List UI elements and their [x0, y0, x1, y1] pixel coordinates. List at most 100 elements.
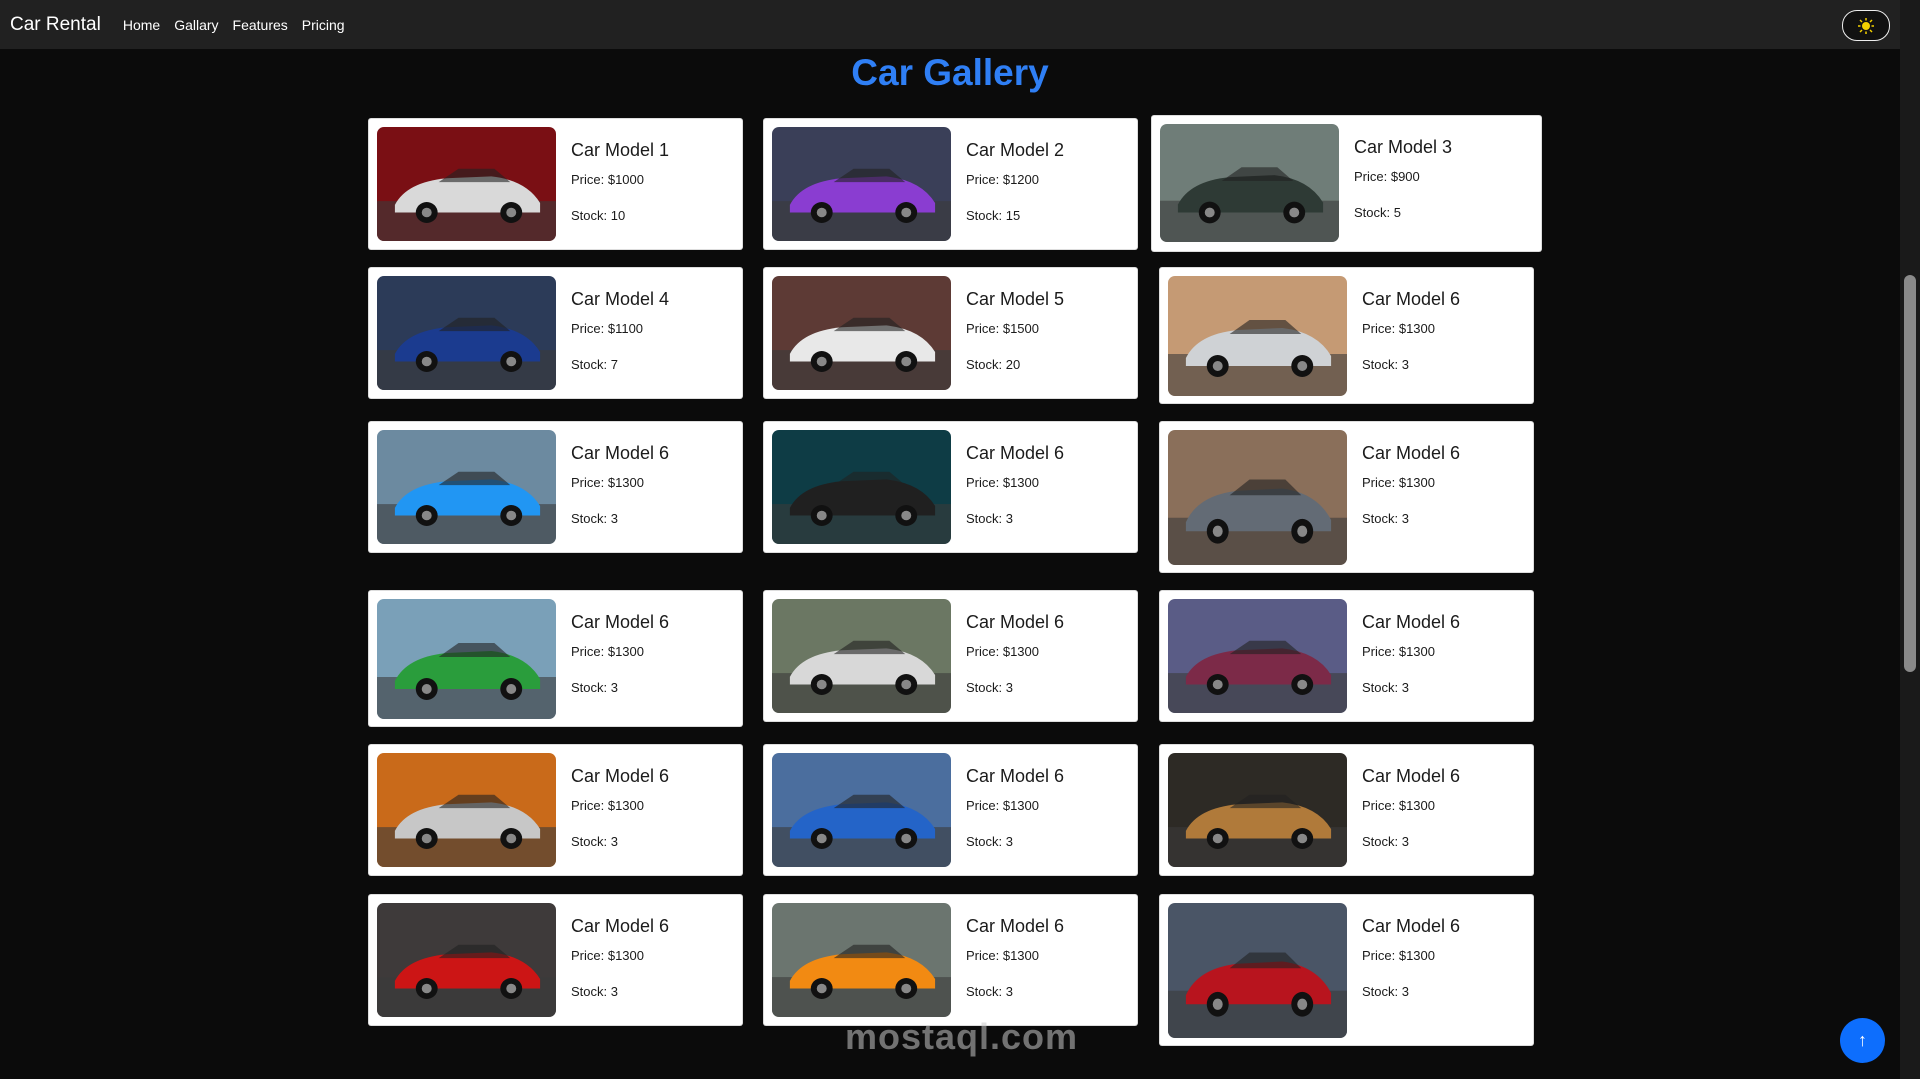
- car-card[interactable]: Car Model 5 Price: $1500 Stock: 20: [764, 268, 1137, 398]
- scrollbar[interactable]: [1900, 0, 1920, 1079]
- car-image: [1168, 276, 1347, 396]
- car-image: [1168, 599, 1347, 713]
- car-stock: Stock: 3: [571, 511, 618, 526]
- car-price: Price: $1000: [571, 172, 644, 187]
- nav-features[interactable]: Features: [233, 17, 288, 33]
- car-image: [772, 753, 951, 867]
- car-name: Car Model 6: [966, 612, 1065, 632]
- car-stock: Stock: 3: [1362, 984, 1409, 999]
- car-price: Price: $1200: [966, 172, 1039, 187]
- car-card[interactable]: Car Model 6 Price: $1300 Stock: 3: [764, 745, 1137, 875]
- car-card[interactable]: Car Model 2 Price: $1200 Stock: 15: [764, 119, 1137, 249]
- car-name: Car Model 5: [966, 289, 1065, 309]
- car-name: Car Model 6: [571, 443, 670, 463]
- nav-home[interactable]: Home: [123, 17, 160, 33]
- car-card[interactable]: Car Model 6 Price: $1300 Stock: 3: [369, 745, 742, 875]
- car-name: Car Model 6: [966, 766, 1065, 786]
- arrow-up-icon: ↑: [1858, 1030, 1867, 1050]
- car-stock: Stock: 3: [571, 834, 618, 849]
- car-stock: Stock: 3: [1362, 834, 1409, 849]
- car-stock: Stock: 15: [966, 208, 1021, 223]
- car-price: Price: $900: [1354, 169, 1420, 184]
- car-card[interactable]: Car Model 6 Price: $1300 Stock: 3: [764, 591, 1137, 721]
- car-price: Price: $1300: [1362, 948, 1435, 963]
- car-stock: Stock: 7: [571, 357, 618, 372]
- car-image: [377, 903, 556, 1017]
- car-stock: Stock: 3: [966, 834, 1013, 849]
- car-name: Car Model 1: [571, 140, 670, 160]
- car-name: Car Model 6: [966, 916, 1065, 936]
- car-card[interactable]: Car Model 1 Price: $1000 Stock: 10: [369, 119, 742, 249]
- nav-gallery[interactable]: Gallary: [174, 17, 218, 33]
- car-image: [1160, 124, 1339, 242]
- car-card[interactable]: Car Model 6 Price: $1300 Stock: 3: [1160, 895, 1533, 1045]
- car-price: Price: $1300: [571, 798, 644, 813]
- car-image: [377, 753, 556, 867]
- page-title: Car Gallery: [851, 52, 1049, 93]
- car-card[interactable]: Car Model 3 Price: $900 Stock: 5: [1152, 116, 1541, 251]
- brand[interactable]: Car Rental: [10, 14, 101, 36]
- nav-pricing[interactable]: Pricing: [302, 17, 345, 33]
- car-card[interactable]: Car Model 6 Price: $1300 Stock: 3: [1160, 422, 1533, 572]
- car-card[interactable]: Car Model 6 Price: $1300 Stock: 3: [369, 591, 742, 726]
- car-card[interactable]: Car Model 6 Price: $1300 Stock: 3: [1160, 268, 1533, 403]
- car-price: Price: $1300: [966, 644, 1039, 659]
- car-price: Price: $1500: [966, 321, 1039, 336]
- car-stock: Stock: 20: [966, 357, 1021, 372]
- car-price: Price: $1300: [1362, 475, 1435, 490]
- car-name: Car Model 6: [571, 612, 670, 632]
- sun-icon: [1858, 17, 1874, 34]
- car-name: Car Model 6: [1362, 916, 1461, 936]
- car-card[interactable]: Car Model 6 Price: $1300 Stock: 3: [1160, 591, 1533, 721]
- car-price: Price: $1100: [571, 321, 644, 336]
- car-image: [772, 599, 951, 713]
- car-card[interactable]: Car Model 6 Price: $1300 Stock: 3: [1160, 745, 1533, 875]
- car-image: [377, 599, 556, 719]
- car-name: Car Model 6: [571, 766, 670, 786]
- car-price: Price: $1300: [1362, 798, 1435, 813]
- car-stock: Stock: 3: [571, 680, 618, 695]
- car-stock: Stock: 10: [571, 208, 626, 223]
- theme-toggle-button[interactable]: [1842, 10, 1890, 41]
- car-stock: Stock: 3: [1362, 680, 1409, 695]
- car-card[interactable]: Car Model 6 Price: $1300 Stock: 3: [764, 422, 1137, 552]
- car-name: Car Model 6: [571, 916, 670, 936]
- car-image: [772, 127, 951, 241]
- watermark: mostaql.com: [845, 1016, 1079, 1057]
- car-stock: Stock: 3: [966, 511, 1013, 526]
- scrollbar-thumb[interactable]: [1904, 275, 1916, 672]
- car-name: Car Model 2: [966, 140, 1065, 160]
- car-name: Car Model 6: [966, 443, 1065, 463]
- car-price: Price: $1300: [966, 475, 1039, 490]
- car-image: [772, 430, 951, 544]
- back-to-top-button[interactable]: ↑: [1840, 1018, 1885, 1063]
- car-image: [377, 276, 556, 390]
- car-price: Price: $1300: [966, 798, 1039, 813]
- car-card[interactable]: Car Model 4 Price: $1100 Stock: 7: [369, 268, 742, 398]
- car-image: [377, 430, 556, 544]
- car-stock: Stock: 3: [966, 680, 1013, 695]
- car-card[interactable]: Car Model 6 Price: $1300 Stock: 3: [764, 895, 1137, 1025]
- car-stock: Stock: 5: [1354, 205, 1401, 220]
- car-card[interactable]: Car Model 6 Price: $1300 Stock: 3: [369, 895, 742, 1025]
- car-image: [1168, 903, 1347, 1038]
- car-image: [377, 127, 556, 241]
- car-price: Price: $1300: [1362, 644, 1435, 659]
- car-image: [1168, 753, 1347, 867]
- car-stock: Stock: 3: [1362, 511, 1409, 526]
- car-name: Car Model 6: [1362, 443, 1461, 463]
- navbar: Car Rental Home Gallary Features Pricing: [0, 0, 1900, 49]
- car-price: Price: $1300: [571, 475, 644, 490]
- car-name: Car Model 3: [1354, 137, 1453, 157]
- car-stock: Stock: 3: [571, 984, 618, 999]
- car-name: Car Model 6: [1362, 289, 1461, 309]
- car-image: [772, 276, 951, 390]
- car-price: Price: $1300: [571, 948, 644, 963]
- car-image: [772, 903, 951, 1017]
- car-price: Price: $1300: [1362, 321, 1435, 336]
- car-stock: Stock: 3: [966, 984, 1013, 999]
- car-name: Car Model 4: [571, 289, 670, 309]
- car-card[interactable]: Car Model 6 Price: $1300 Stock: 3: [369, 422, 742, 552]
- car-name: Car Model 6: [1362, 612, 1461, 632]
- car-name: Car Model 6: [1362, 766, 1461, 786]
